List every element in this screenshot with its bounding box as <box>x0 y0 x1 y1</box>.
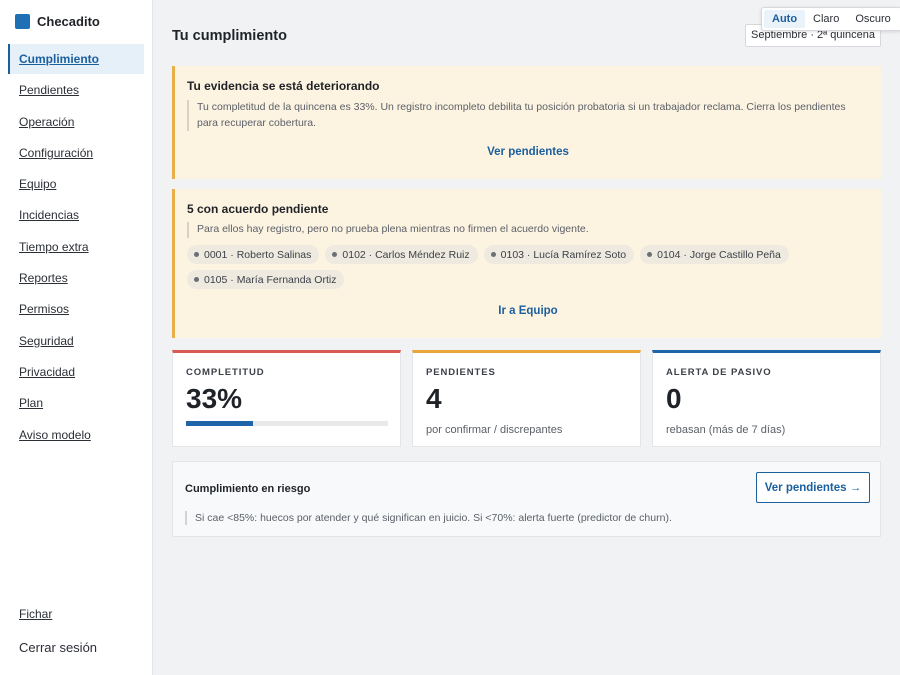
employee-chip[interactable]: 0102 · Carlos Méndez Ruiz <box>325 245 478 264</box>
bullet-icon <box>194 252 199 257</box>
employee-chips: 0001 · Roberto Salinas 0102 · Carlos Mén… <box>187 245 877 289</box>
sidebar-item-aviso-modelo[interactable]: Aviso modelo <box>8 420 144 450</box>
brand[interactable]: Checadito <box>15 14 100 29</box>
employee-chip[interactable]: 0104 · Jorge Castillo Peña <box>640 245 789 264</box>
bullet-icon <box>647 252 653 257</box>
sidebar-item-permisos[interactable]: Permisos <box>8 294 144 324</box>
chip-label: 0103 · Lucía Ramírez Soto <box>500 248 627 261</box>
alert-body: Para ellos hay registro, pero no prueba … <box>187 222 859 238</box>
theme-option-claro[interactable]: Claro <box>805 10 847 28</box>
metric-completitud: COMPLETITUD 33% <box>172 350 401 447</box>
logout-link[interactable]: Cerrar sesión <box>19 640 97 655</box>
metric-pendientes: PENDIENTES 4 por confirmar / discrepante… <box>412 350 641 447</box>
risk-title: Cumplimiento en riesgo <box>185 483 311 495</box>
metric-sub: por confirmar / discrepantes <box>426 424 563 436</box>
chip-label: 0104 · Jorge Castillo Peña <box>657 248 781 261</box>
sidebar-item-incidencias[interactable]: Incidencias <box>8 200 144 230</box>
alert-acuerdo-pendiente: 5 con acuerdo pendiente Para ellos hay r… <box>172 189 881 338</box>
employee-chip[interactable]: 0001 · Roberto Salinas <box>187 245 320 264</box>
sidebar-item-privacidad[interactable]: Privacidad <box>8 357 144 387</box>
metric-label: ALERTA DE PASIVO <box>666 367 772 378</box>
completitud-progress-bar <box>186 421 388 426</box>
ver-pendientes-button[interactable]: Ver pendientes → <box>756 472 870 503</box>
theme-switch: Auto Claro Oscuro <box>761 7 900 31</box>
chip-label: 0102 · Carlos Méndez Ruiz <box>342 248 470 261</box>
ir-a-equipo-link[interactable]: Ir a Equipo <box>175 305 881 317</box>
page-title: Tu cumplimiento <box>172 28 287 44</box>
ver-pendientes-link[interactable]: Ver pendientes <box>175 146 881 158</box>
bullet-icon <box>332 252 338 257</box>
chip-label: 0001 · Roberto Salinas <box>204 248 312 261</box>
metric-alerta-pasivo: ALERTA DE PASIVO 0 rebasan (más de 7 día… <box>652 350 881 447</box>
employee-chip[interactable]: 0103 · Lucía Ramírez Soto <box>483 245 635 264</box>
alert-body: Tu completitud de la quincena es 33%. Un… <box>187 100 859 131</box>
alert-title: Tu evidencia se está deteriorando <box>187 79 380 93</box>
metric-label: PENDIENTES <box>426 367 496 378</box>
sidebar-item-pendientes[interactable]: Pendientes <box>8 75 144 105</box>
employee-chip[interactable]: 0105 · María Fernanda Ortiz <box>187 270 345 289</box>
sidebar-item-tiempo-extra[interactable]: Tiempo extra <box>8 232 144 262</box>
brand-name: Checadito <box>37 14 100 29</box>
sidebar-item-configuracion[interactable]: Configuración <box>8 138 144 168</box>
metric-value: 0 <box>666 383 682 414</box>
alert-evidencia: Tu evidencia se está deteriorando Tu com… <box>172 66 881 179</box>
theme-option-oscuro[interactable]: Oscuro <box>847 10 898 28</box>
sidebar-item-plan[interactable]: Plan <box>8 388 144 418</box>
progress-fill <box>186 421 253 426</box>
sidebar-item-seguridad[interactable]: Seguridad <box>8 326 144 356</box>
brand-logo-icon <box>15 14 30 29</box>
bullet-icon <box>490 252 496 257</box>
fichar-link[interactable]: Fichar <box>19 607 52 621</box>
sidebar-item-reportes[interactable]: Reportes <box>8 263 144 293</box>
sidebar-item-cumplimiento[interactable]: Cumplimiento <box>8 44 144 74</box>
sidebar-nav: Cumplimiento Pendientes Operación Config… <box>8 44 144 451</box>
chip-label: 0105 · María Fernanda Ortiz <box>204 273 337 286</box>
sidebar: Checadito Cumplimiento Pendientes Operac… <box>0 0 153 675</box>
theme-option-auto[interactable]: Auto <box>764 10 806 28</box>
metric-value: 33% <box>186 383 243 414</box>
metric-sub: rebasan (más de 7 días) <box>666 424 786 436</box>
risk-body: Si cae <85%: huecos por atender y qué si… <box>185 511 672 525</box>
risk-panel: Cumplimiento en riesgo Ver pendientes → … <box>172 461 881 537</box>
metric-label: COMPLETITUD <box>186 367 265 378</box>
sidebar-item-operacion[interactable]: Operación <box>8 107 144 137</box>
sidebar-item-equipo[interactable]: Equipo <box>8 169 144 199</box>
metric-value: 4 <box>426 383 442 414</box>
alert-title: 5 con acuerdo pendiente <box>187 202 329 216</box>
bullet-icon <box>194 277 199 282</box>
